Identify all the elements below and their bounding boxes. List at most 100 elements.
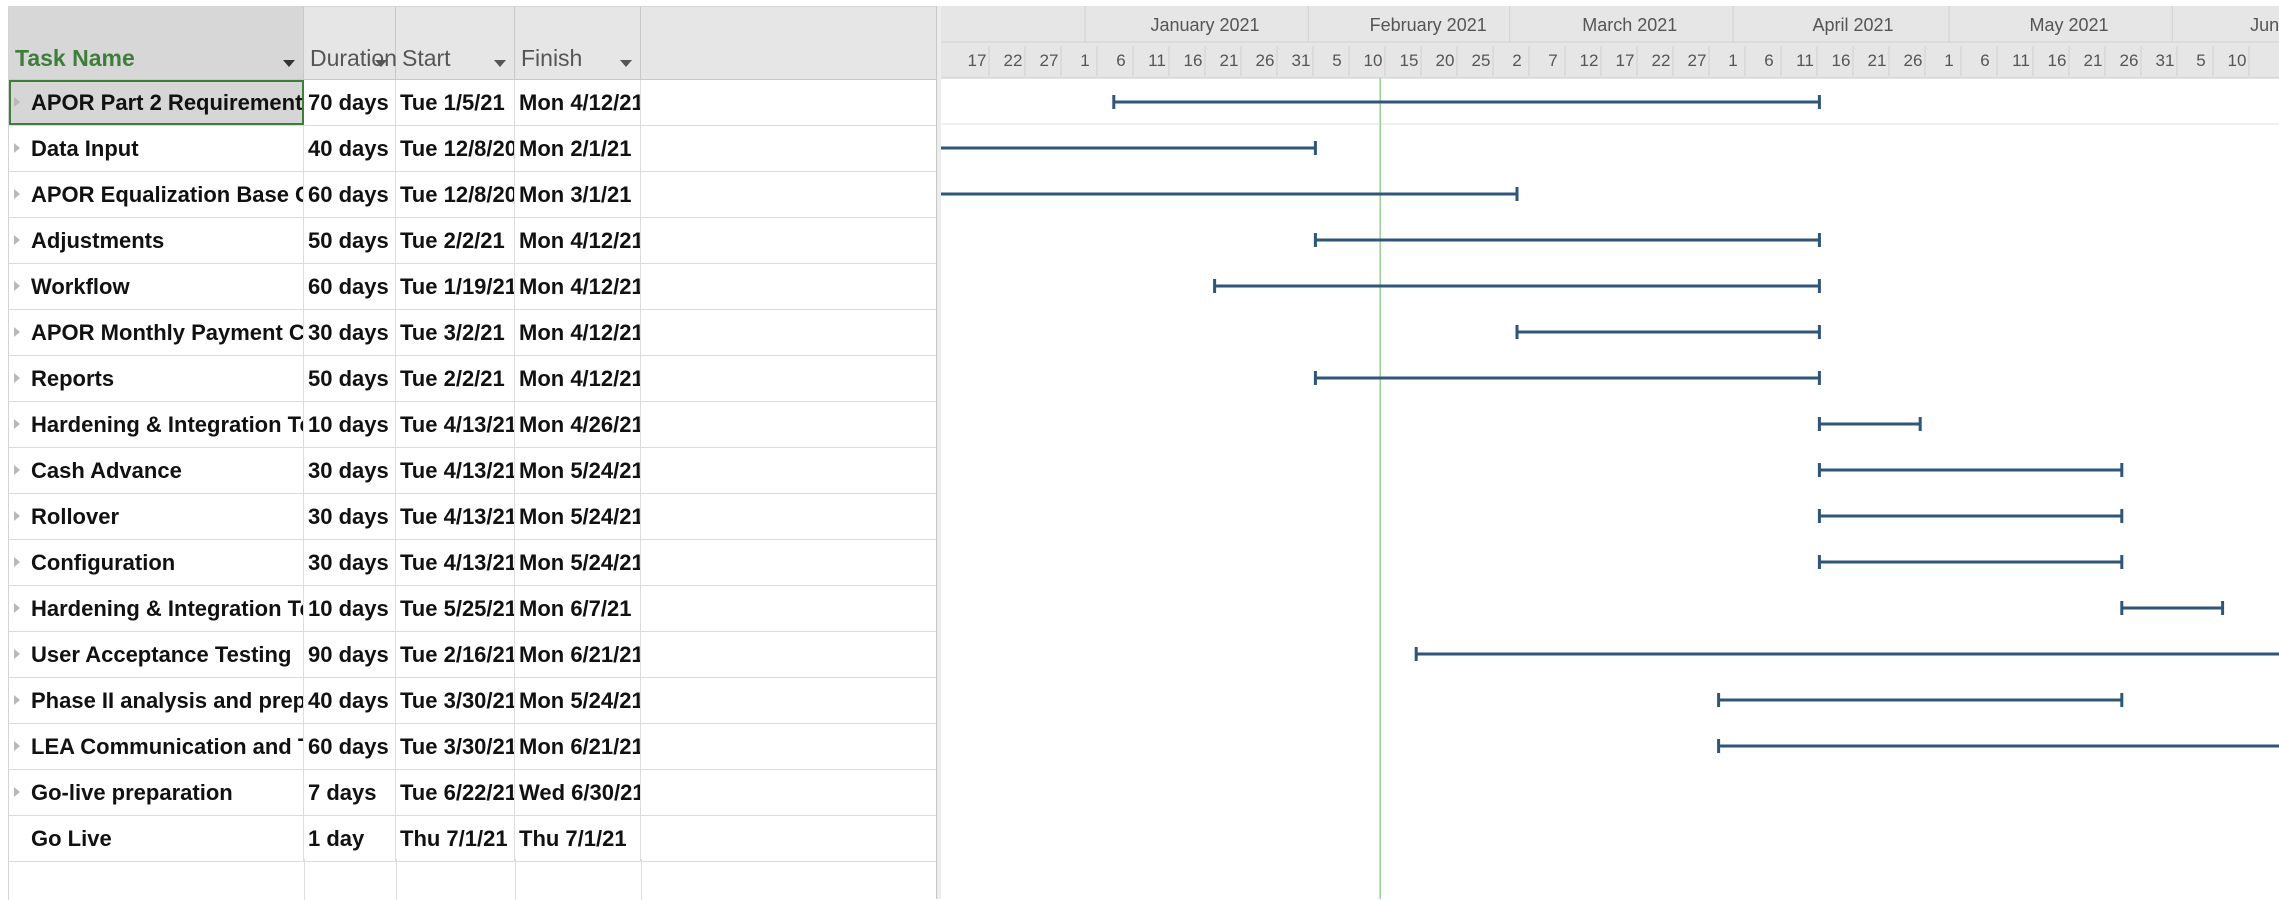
task-duration-cell[interactable]: 40 days [304, 126, 396, 171]
task-start-cell[interactable]: Tue 4/13/21 [396, 540, 515, 585]
task-name-cell[interactable]: Workflow [9, 264, 304, 309]
task-start-cell[interactable]: Tue 4/13/21 [396, 402, 515, 447]
task-duration-cell[interactable]: 30 days [304, 448, 396, 493]
task-finish-cell[interactable]: Mon 6/7/21 [515, 586, 641, 631]
task-name-cell[interactable]: Cash Advance [9, 448, 304, 493]
chevron-down-icon[interactable] [283, 60, 295, 67]
task-name-cell[interactable]: Configuration [9, 540, 304, 585]
task-name-cell[interactable]: Go Live [9, 816, 304, 861]
column-header-task-name[interactable]: Task Name [9, 7, 304, 79]
task-duration-cell[interactable]: 40 days [304, 678, 396, 723]
expand-triangle-icon[interactable] [14, 143, 20, 153]
task-name-cell[interactable]: Reports [9, 356, 304, 401]
task-name-cell[interactable]: Go-live preparation [9, 770, 304, 815]
task-name-cell[interactable]: Data Input [9, 126, 304, 171]
task-duration-cell[interactable]: 10 days [304, 402, 396, 447]
task-duration-cell[interactable]: 1 day [304, 816, 396, 861]
task-duration-cell[interactable]: 50 days [304, 356, 396, 401]
task-name-cell[interactable]: APOR Part 2 Requirements [9, 80, 304, 125]
expand-triangle-icon[interactable] [14, 97, 20, 107]
expand-triangle-icon[interactable] [14, 189, 20, 199]
task-name-cell[interactable]: APOR Monthly Payment Calculations [9, 310, 304, 355]
expand-triangle-icon[interactable] [14, 373, 20, 383]
chevron-down-icon[interactable] [494, 60, 506, 67]
task-name-cell[interactable]: Hardening & Integration Testing 2 [9, 586, 304, 631]
expand-triangle-icon[interactable] [14, 603, 20, 613]
task-start-cell[interactable]: Tue 2/16/21 [396, 632, 515, 677]
expand-triangle-icon[interactable] [14, 281, 20, 291]
task-start-cell[interactable]: Tue 6/22/21 [396, 770, 515, 815]
task-row[interactable]: APOR Part 2 Requirements 70 days Tue 1/5/2… [9, 80, 941, 126]
task-duration-cell[interactable]: 7 days [304, 770, 396, 815]
expand-triangle-icon[interactable] [14, 327, 20, 337]
task-finish-cell[interactable]: Mon 3/1/21 [515, 172, 641, 217]
expand-triangle-icon[interactable] [14, 787, 20, 797]
task-duration-cell[interactable]: 60 days [304, 172, 396, 217]
task-finish-cell[interactable]: Wed 6/30/21 [515, 770, 641, 815]
task-start-cell[interactable]: Thu 7/1/21 [396, 816, 515, 861]
task-finish-cell[interactable]: Mon 4/12/21 [515, 218, 641, 263]
task-start-cell[interactable]: Tue 1/5/21 [396, 80, 515, 125]
chevron-down-icon[interactable] [620, 60, 632, 67]
expand-triangle-icon[interactable] [14, 465, 20, 475]
task-duration-cell[interactable]: 30 days [304, 540, 396, 585]
chevron-down-icon[interactable] [375, 60, 387, 67]
task-row[interactable]: APOR Monthly Payment Calculations30 days… [9, 310, 941, 356]
task-finish-cell[interactable]: Mon 4/12/21 [515, 80, 641, 125]
task-start-cell[interactable]: Tue 4/13/21 [396, 494, 515, 539]
task-row[interactable]: Cash Advance 30 days Tue 4/13/21 Mon 5/24/2… [9, 448, 941, 494]
task-row[interactable]: Go-live preparation 7 days Tue 6/22/21 Wed … [9, 770, 941, 816]
task-row[interactable]: Hardening & Integration Testing 110 days… [9, 402, 941, 448]
task-start-cell[interactable]: Tue 5/25/21 [396, 586, 515, 631]
task-finish-cell[interactable]: Mon 4/12/21 [515, 310, 641, 355]
expand-triangle-icon[interactable] [14, 649, 20, 659]
task-duration-cell[interactable]: 30 days [304, 310, 396, 355]
task-row[interactable]: Phase II analysis and preparation40 days… [9, 678, 941, 724]
task-finish-cell[interactable]: Thu 7/1/21 [515, 816, 641, 861]
task-row[interactable]: Configuration 30 days Tue 4/13/21 Mon 5/24/… [9, 540, 941, 586]
task-row[interactable]: Rollover 30 days Tue 4/13/21 Mon 5/24/21 [9, 494, 941, 540]
task-finish-cell[interactable]: Mon 6/21/21 [515, 632, 641, 677]
expand-triangle-icon[interactable] [14, 235, 20, 245]
task-finish-cell[interactable]: Mon 2/1/21 [515, 126, 641, 171]
task-start-cell[interactable]: Tue 4/13/21 [396, 448, 515, 493]
task-name-cell[interactable]: Phase II analysis and preparation [9, 678, 304, 723]
task-start-cell[interactable]: Tue 12/8/20 [396, 126, 515, 171]
task-name-cell[interactable]: Adjustments [9, 218, 304, 263]
expand-triangle-icon[interactable] [14, 695, 20, 705]
task-duration-cell[interactable]: 60 days [304, 724, 396, 769]
task-row[interactable]: Reports 50 days Tue 2/2/21 Mon 4/12/21 [9, 356, 941, 402]
task-finish-cell[interactable]: Mon 6/21/21 [515, 724, 641, 769]
task-duration-cell[interactable]: 50 days [304, 218, 396, 263]
task-row[interactable]: Hardening & Integration Testing 210 days… [9, 586, 941, 632]
task-start-cell[interactable]: Tue 3/2/21 [396, 310, 515, 355]
task-row[interactable]: Data Input 40 days Tue 12/8/20 Mon 2/1/21 [9, 126, 941, 172]
task-name-cell[interactable]: Rollover [9, 494, 304, 539]
task-finish-cell[interactable]: Mon 5/24/21 [515, 678, 641, 723]
task-start-cell[interactable]: Tue 1/19/21 [396, 264, 515, 309]
task-finish-cell[interactable]: Mon 4/12/21 [515, 356, 641, 401]
task-row[interactable]: Adjustments 50 days Tue 2/2/21 Mon 4/12/21 [9, 218, 941, 264]
column-header-start[interactable]: Start [396, 7, 515, 79]
task-name-cell[interactable]: User Acceptance Testing [9, 632, 304, 677]
task-finish-cell[interactable]: Mon 5/24/21 [515, 494, 641, 539]
task-finish-cell[interactable]: Mon 5/24/21 [515, 448, 641, 493]
task-duration-cell[interactable]: 70 days [304, 80, 396, 125]
task-start-cell[interactable]: Tue 3/30/21 [396, 724, 515, 769]
expand-triangle-icon[interactable] [14, 557, 20, 567]
task-name-cell[interactable]: LEA Communication and Training [9, 724, 304, 769]
expand-triangle-icon[interactable] [14, 419, 20, 429]
expand-triangle-icon[interactable] [14, 741, 20, 751]
task-duration-cell[interactable]: 30 days [304, 494, 396, 539]
task-name-cell[interactable]: Hardening & Integration Testing 1 [9, 402, 304, 447]
task-start-cell[interactable]: Tue 2/2/21 [396, 218, 515, 263]
task-row[interactable]: Go Live 1 day Thu 7/1/21 Thu 7/1/21 [9, 816, 941, 862]
task-finish-cell[interactable]: Mon 4/12/21 [515, 264, 641, 309]
task-name-cell[interactable]: APOR Equalization Base Calculation [9, 172, 304, 217]
task-duration-cell[interactable]: 90 days [304, 632, 396, 677]
task-duration-cell[interactable]: 10 days [304, 586, 396, 631]
task-start-cell[interactable]: Tue 2/2/21 [396, 356, 515, 401]
expand-triangle-icon[interactable] [14, 511, 20, 521]
task-duration-cell[interactable]: 60 days [304, 264, 396, 309]
column-header-finish[interactable]: Finish [515, 7, 641, 79]
